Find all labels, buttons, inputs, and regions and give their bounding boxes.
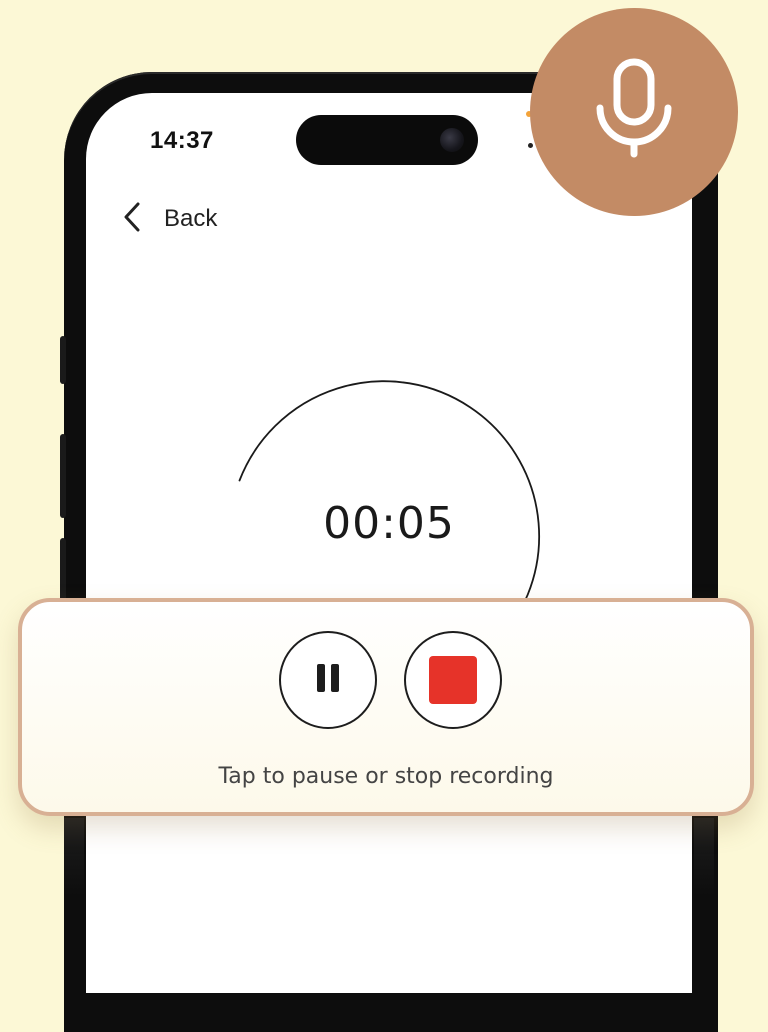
recording-controls-panel: Tap to pause or stop recording	[18, 598, 754, 816]
status-time: 14:37	[150, 127, 214, 154]
mic-button[interactable]	[530, 8, 738, 216]
chevron-left-icon	[120, 201, 144, 237]
stop-button[interactable]	[404, 631, 502, 729]
recording-hint: Tap to pause or stop recording	[218, 764, 554, 789]
phone-reflection	[64, 818, 84, 896]
microphone-icon	[590, 58, 678, 166]
pause-button[interactable]	[279, 631, 377, 729]
phone-side-button	[60, 336, 66, 384]
dynamic-island	[296, 115, 478, 165]
phone-side-button	[60, 434, 66, 518]
phone-screen: 14:37 Back 00:05	[86, 93, 692, 993]
phone-reflection	[694, 818, 714, 896]
camera-icon	[440, 128, 464, 152]
back-button[interactable]: Back	[120, 201, 217, 237]
stop-icon	[429, 656, 477, 704]
status-dot-icon	[528, 143, 533, 148]
recording-timer: 00:05	[323, 498, 455, 549]
pause-icon	[314, 664, 342, 696]
back-label: Back	[164, 205, 218, 232]
